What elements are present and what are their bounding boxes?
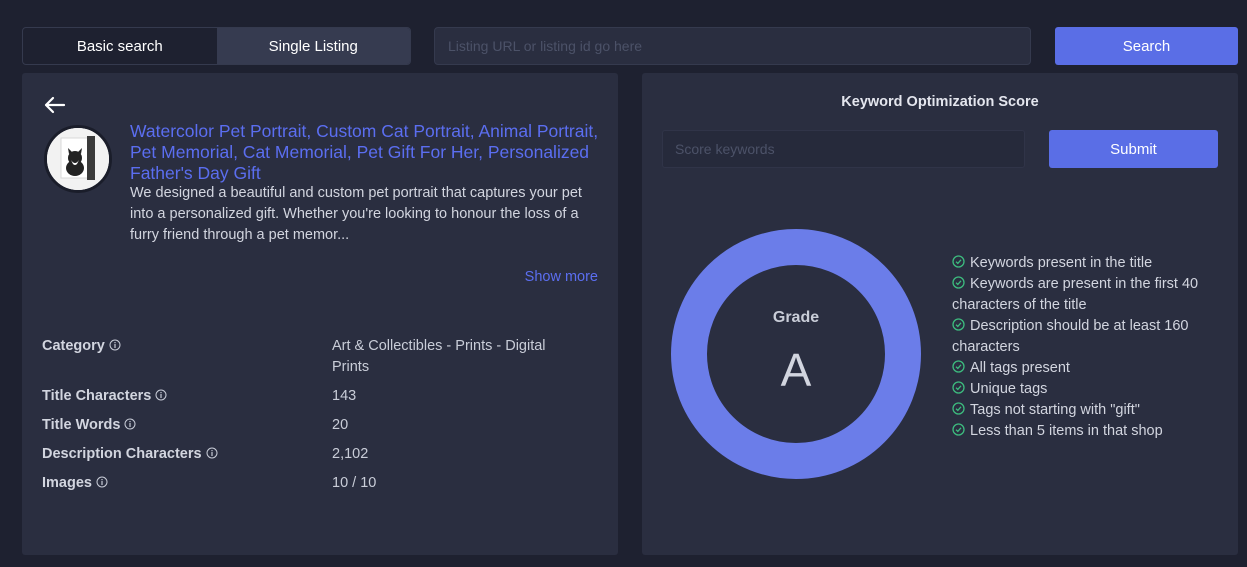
info-icon[interactable] (206, 447, 218, 459)
check-circle-icon (952, 381, 965, 394)
check-text: All tags present (970, 360, 1070, 376)
check-circle-icon (952, 276, 965, 289)
arrow-left-icon[interactable] (42, 95, 66, 115)
list-item: All tags present (952, 358, 1222, 379)
list-item: Keywords are present in the first 40 cha… (952, 274, 1222, 316)
info-icon[interactable] (96, 476, 108, 488)
detail-value: Art & Collectibles - Prints - Digital Pr… (332, 338, 546, 375)
listing-panel: Watercolor Pet Portrait, Custom Cat Port… (22, 73, 618, 555)
detail-value: 10 / 10 (332, 475, 377, 491)
check-circle-icon (952, 423, 965, 436)
grade-label: Grade (772, 309, 820, 326)
check-text: Less than 5 items in that shop (970, 423, 1163, 439)
grade-value: A (780, 344, 812, 396)
check-circle-icon (952, 402, 965, 415)
detail-label: Category (42, 338, 105, 354)
list-item: Unique tags (952, 379, 1222, 400)
check-text: Tags not starting with "gift" (970, 402, 1140, 418)
listing-thumbnail (44, 125, 112, 193)
search-button[interactable]: Search (1055, 27, 1238, 65)
list-item: Less than 5 items in that shop (952, 421, 1222, 442)
submit-button[interactable]: Submit (1049, 130, 1218, 168)
detail-label: Title Characters (42, 388, 152, 404)
search-mode-tabs: Basic search Single Listing (22, 27, 411, 65)
detail-value: 2,102 (332, 446, 369, 462)
detail-label: Images (42, 475, 92, 491)
detail-value: 20 (332, 417, 349, 433)
check-text: Unique tags (970, 381, 1048, 397)
detail-value: 143 (332, 388, 357, 404)
info-icon[interactable] (155, 389, 167, 401)
check-text: Keywords present in the title (970, 255, 1153, 271)
listing-url-input[interactable] (434, 27, 1031, 65)
list-item: Tags not starting with "gift" (952, 400, 1222, 421)
check-circle-icon (952, 318, 965, 331)
score-keywords-input[interactable] (662, 130, 1025, 168)
tab-basic-search[interactable]: Basic search (23, 28, 217, 64)
listing-title-link[interactable]: Watercolor Pet Portrait, Custom Cat Port… (130, 121, 600, 184)
check-circle-icon (952, 360, 965, 373)
show-more-link[interactable]: Show more (525, 269, 598, 285)
listing-description: We designed a beautiful and custom pet p… (130, 185, 582, 243)
info-icon[interactable] (109, 339, 121, 351)
keyword-score-panel: Keyword Optimization Score Submit Grade … (642, 73, 1238, 555)
info-icon[interactable] (124, 418, 136, 430)
check-text: Keywords are present in the first 40 cha… (952, 276, 1199, 313)
score-panel-title: Keyword Optimization Score (841, 94, 1039, 110)
detail-label: Description Characters (42, 446, 202, 462)
check-text: Description should be at least 160 chara… (952, 318, 1189, 355)
score-checklist: Keywords present in the title Keywords a… (952, 253, 1222, 442)
check-circle-icon (952, 255, 965, 268)
list-item: Keywords present in the title (952, 253, 1222, 274)
detail-label: Title Words (42, 417, 121, 433)
tab-single-listing[interactable]: Single Listing (216, 28, 410, 64)
list-item: Description should be at least 160 chara… (952, 316, 1222, 358)
